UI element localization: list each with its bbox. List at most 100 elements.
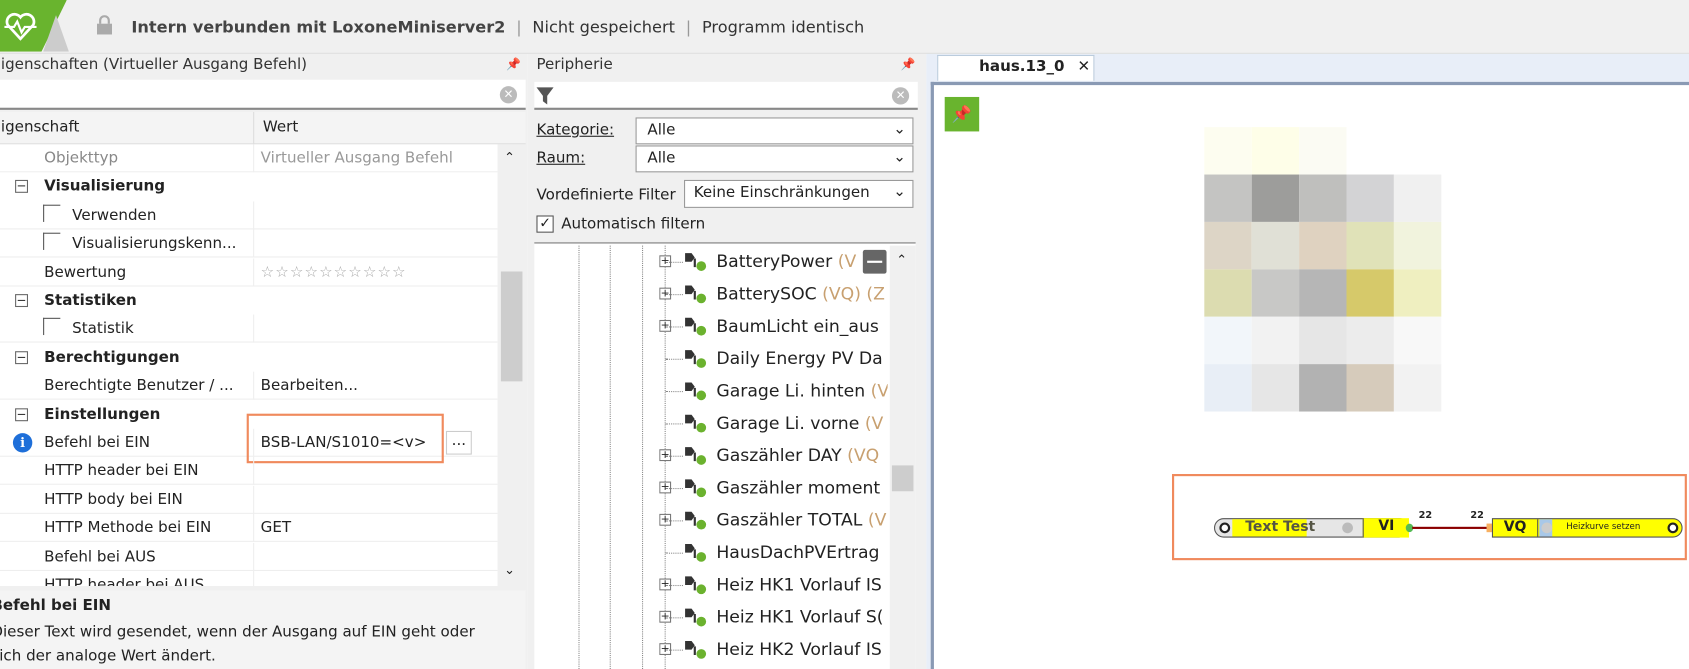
item-name: Heiz HK1 Vorlauf S( [716,606,884,627]
property-row[interactable]: i Befehl bei EIN BSB-LAN/S1010=<v>... [0,413,498,464]
collapse-icon[interactable]: − [15,408,29,421]
kategorie-select[interactable]: Alle ⌄ [635,117,914,145]
pixel-tile [1346,364,1394,412]
scroll-up-icon[interactable]: ⌃ [504,150,515,165]
property-row[interactable]: Bewertung ☆☆☆☆☆☆☆☆☆☆ [0,258,498,287]
property-label: HTTP body bei EIN [44,491,183,509]
scroll-down-icon[interactable]: ⌄ [504,562,515,577]
item-type: (V [832,251,857,272]
property-value[interactable]: GET [261,514,291,542]
auto-filter-checkbox[interactable]: ✓ [536,215,554,233]
collapse-icon[interactable]: − [15,350,29,364]
property-row[interactable]: − Statistiken [0,286,498,315]
save-state: Nicht gespeichert [532,17,675,37]
item-name: Heiz HK2 Vorlauf IS [716,638,882,660]
raum-select[interactable]: Alle ⌄ [635,145,914,173]
group-label: Berechtigungen [44,348,180,367]
tree-item[interactable]: + Gaszähler TOTAL (V [659,504,887,536]
properties-header: Eigenschaft Wert [0,112,526,145]
pin-page-button[interactable]: 📌 [944,96,980,132]
tree-item[interactable]: + Gaszähler moment [659,472,887,504]
tab-haus[interactable]: haus.13_0 ✕ [937,54,1095,81]
pin-icon[interactable]: 📌 [901,57,916,71]
virtual-output-icon [685,317,707,336]
scroll-up-icon[interactable]: ⌃ [896,252,907,267]
properties-search-input[interactable]: ✕ [0,79,526,110]
clear-search-icon[interactable]: ✕ [499,86,518,104]
property-row[interactable]: Visualisierungskenn... [0,229,498,258]
column-header-property[interactable]: Eigenschaft [0,119,79,136]
property-row[interactable]: Objekttyp Virtueller Ausgang Befehl [0,144,498,173]
collapse-icon[interactable]: − [15,294,29,308]
property-row[interactable]: Verwenden [0,201,498,230]
property-label: Statistik [72,320,134,338]
wire[interactable] [1412,526,1490,529]
checkbox[interactable] [43,318,61,336]
more-icon[interactable] [1541,522,1553,534]
column-header-value[interactable]: Wert [263,119,298,136]
item-name: Daily Energy PV Da [716,347,883,369]
tree-item[interactable]: + Heiz HK1 Vorlauf IS [659,569,887,601]
periphery-search-input[interactable]: ✕ [534,81,918,110]
property-row[interactable]: Statistik [0,314,498,344]
close-tab-icon[interactable]: ✕ [1077,58,1090,75]
virtual-output-icon [685,414,707,433]
tree-item[interactable]: Garage Li. hinten (V [659,375,888,407]
port-vi[interactable]: VI [1362,518,1409,538]
help-box: Befehl bei EIN Dieser Text wird gesendet… [0,590,526,669]
filter-select[interactable]: Keine Einschränkungen ⌄ [684,179,914,208]
pixel-tile [1251,221,1300,270]
property-label: Visualisierungskenn... [72,235,237,253]
chevron-down-icon: ⌄ [893,183,906,201]
item-type: (VQ [841,444,880,466]
tree-scrollbar[interactable]: ⌃ [889,245,916,669]
property-value[interactable]: Virtueller Ausgang Befehl [261,144,453,172]
tree-item[interactable]: + BatteryPower (V [659,246,887,278]
property-row[interactable]: HTTP Methode bei EIN GET [0,514,498,543]
property-row[interactable]: − Berechtigungen [0,343,498,372]
separator: | [685,17,692,37]
input-block[interactable]: Text Test VI [1214,518,1409,538]
auto-filter-label: Automatisch filtern [561,215,706,233]
property-row[interactable]: HTTP header bei EIN [0,457,498,486]
checkbox[interactable] [43,204,61,222]
virtual-output-icon [685,608,707,627]
property-row[interactable]: − Visualisierung [0,172,498,201]
properties-scrollbar[interactable]: ⌃ ⌄ [497,144,526,587]
port-vq[interactable]: VQ [1493,519,1539,537]
wire-label: 22 [1470,510,1484,522]
chevron-down-icon: ⌄ [893,120,906,138]
tree-item[interactable]: + BaumLicht ein_aus [659,310,887,342]
collapse-button[interactable] [862,249,887,274]
property-row[interactable]: Befehl bei AUS [0,542,498,571]
scroll-thumb[interactable] [500,271,523,382]
item-type: (VQ) (Z [816,283,885,304]
property-row[interactable]: Berechtigte Benutzer / ... Bearbeiten... [0,371,498,400]
item-type: (V [859,412,884,434]
collapse-icon[interactable]: − [15,180,29,194]
property-value[interactable]: ☆☆☆☆☆☆☆☆☆☆ [261,258,407,286]
filter-icon [536,87,554,105]
ellipsis-button[interactable]: ... [445,430,472,455]
checkbox[interactable] [43,232,61,251]
property-value[interactable]: Bearbeiten... [261,372,358,400]
tree-item[interactable]: + Heiz HK1 Vorlauf S( [659,601,887,633]
pixel-tile [1299,316,1347,365]
tree-item[interactable]: Garage Li. vorne (V [659,407,887,439]
property-row[interactable]: HTTP header bei AUS [0,570,498,587]
more-icon[interactable] [1342,522,1353,534]
tree-item[interactable]: + Heiz HK2 Vorlauf IS [659,633,887,665]
filter-value: Keine Einschränkungen [693,184,870,202]
item-name: Heiz HK1 Vorlauf IS [716,574,882,595]
clear-search-icon[interactable]: ✕ [891,87,910,105]
scroll-thumb[interactable] [891,465,914,492]
pin-icon[interactable]: 📌 [506,57,521,71]
property-row[interactable]: HTTP body bei EIN [0,485,498,514]
output-block[interactable]: VQ Heizkurve setzen [1491,518,1683,538]
virtual-output-icon [685,640,707,659]
tree-item[interactable]: HausDachPVErtrag [659,536,887,568]
tree-item[interactable]: + Gaszähler DAY (VQ [659,440,887,472]
tree-item[interactable]: Daily Energy PV Da [659,343,887,375]
tree-item[interactable]: + BatterySOC (VQ) (Z [659,278,887,310]
property-label: Befehl bei AUS [44,547,156,566]
